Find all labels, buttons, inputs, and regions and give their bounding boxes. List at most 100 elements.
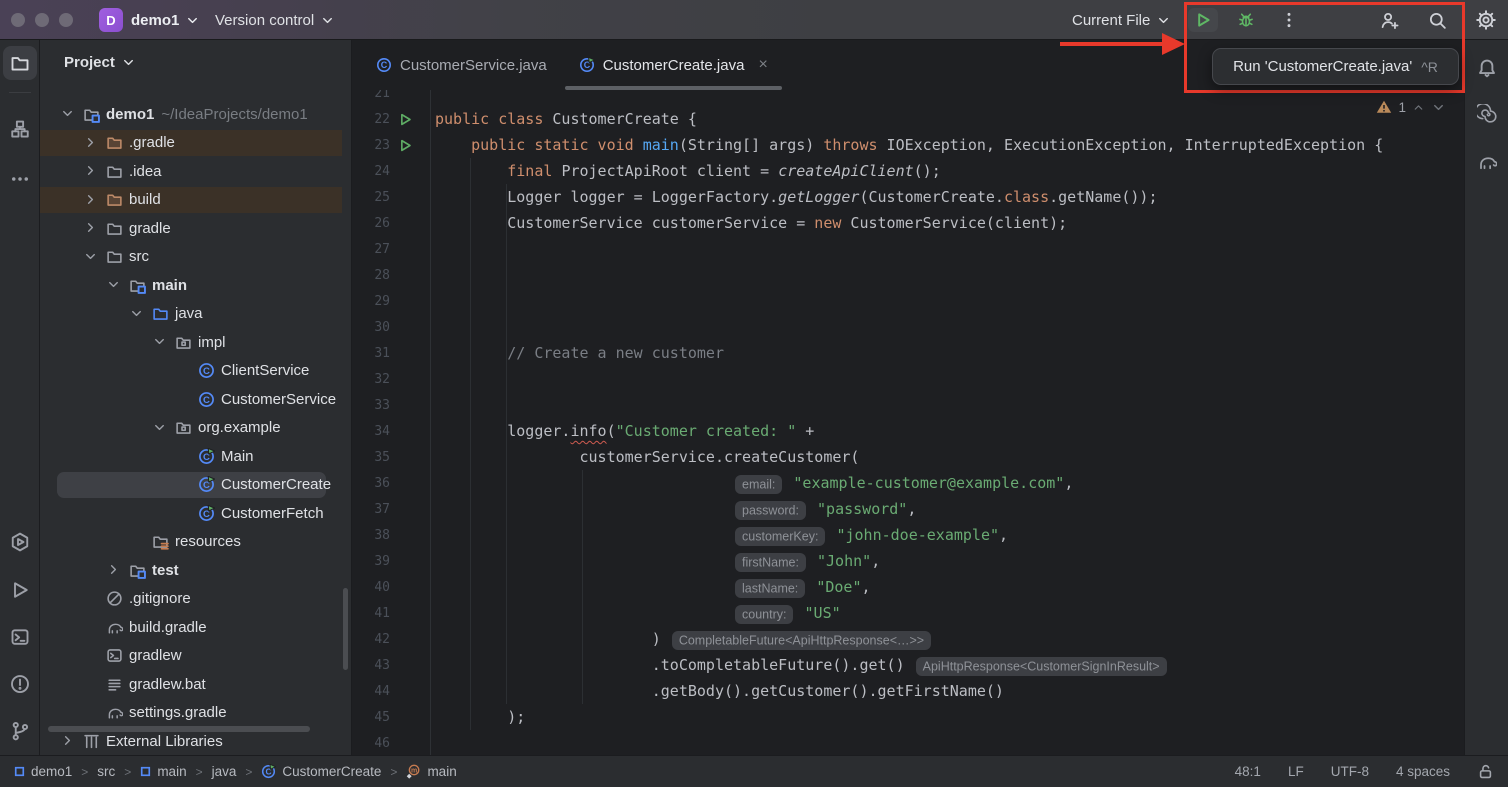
- chevron-right-icon[interactable]: [60, 733, 76, 749]
- settings-icon: [1476, 10, 1496, 30]
- code-editor[interactable]: 2122public class CustomerCreate {23 publ…: [352, 90, 1464, 755]
- breadcrumb-main[interactable]: mmain: [406, 764, 456, 779]
- tree-item-gradle[interactable]: gradle: [40, 214, 352, 243]
- horizontal-scrollbar[interactable]: [48, 726, 310, 732]
- chevron-down-icon[interactable]: [152, 334, 168, 350]
- stripe-problems-icon[interactable]: [3, 667, 37, 701]
- add-user-icon: [1380, 11, 1399, 30]
- window-close-icon[interactable]: [11, 13, 25, 27]
- tree-item-customercreate[interactable]: CCustomerCreate: [40, 471, 352, 500]
- code-line-32: 32: [352, 366, 1464, 392]
- indent-setting[interactable]: 4 spaces: [1396, 764, 1450, 779]
- breadcrumb-separator: >: [124, 765, 131, 779]
- line-number: 39: [352, 554, 390, 569]
- chevron-right-icon[interactable]: [106, 562, 122, 578]
- code-line-23: 23 public static void main(String[] args…: [352, 132, 1464, 158]
- tree-item-src[interactable]: src: [40, 243, 352, 272]
- run-line-icon[interactable]: [390, 139, 430, 152]
- chevron-down-icon[interactable]: [83, 249, 99, 265]
- tree-item-clientservice[interactable]: CClientService: [40, 357, 352, 386]
- tree-item--gradle[interactable]: .gradle: [40, 129, 352, 158]
- window-minimize-icon[interactable]: [35, 13, 49, 27]
- run-line-icon[interactable]: [390, 113, 430, 126]
- tree-item-resources[interactable]: resources: [40, 528, 352, 557]
- tree-item--gitignore[interactable]: .gitignore: [40, 585, 352, 614]
- tree-item-settings-gradle[interactable]: settings.gradle: [40, 699, 352, 728]
- stripe-terminal-icon[interactable]: [3, 620, 37, 654]
- tree-item--idea[interactable]: .idea: [40, 157, 352, 186]
- editor-tab-customerservice-java[interactable]: CCustomerService.java: [360, 40, 563, 90]
- stripe-run-play-icon[interactable]: [3, 573, 37, 607]
- chevron-up-icon[interactable]: [1412, 101, 1425, 114]
- module-icon: [14, 766, 25, 777]
- breadcrumb-java[interactable]: java: [212, 764, 237, 779]
- code-line-21: 21: [352, 90, 1464, 106]
- window-zoom-icon[interactable]: [59, 13, 73, 27]
- breadcrumb-separator: >: [390, 765, 397, 779]
- run-configuration-selector[interactable]: Current File: [1072, 0, 1171, 40]
- chevron-down-icon[interactable]: [1431, 100, 1446, 115]
- tree-item-main[interactable]: CMain: [40, 442, 352, 471]
- lock-open-icon[interactable]: [1477, 763, 1494, 780]
- stripe-gradle-icon[interactable]: [1476, 151, 1498, 173]
- close-tab-icon[interactable]: ×: [758, 57, 767, 73]
- add-user-button[interactable]: [1374, 8, 1404, 32]
- stripe-project-folder-icon[interactable]: [3, 46, 37, 80]
- tree-item-label: build: [129, 191, 161, 208]
- chevron-down-icon[interactable]: [129, 306, 145, 322]
- tree-item-customerservice[interactable]: CCustomerService: [40, 385, 352, 414]
- run-button[interactable]: [1188, 8, 1218, 32]
- caret-position[interactable]: 48:1: [1235, 764, 1261, 779]
- project-panel-header[interactable]: Project: [64, 54, 136, 71]
- chevron-spacer: [83, 676, 99, 692]
- breadcrumb-main[interactable]: main: [140, 764, 186, 779]
- debug-button[interactable]: [1231, 8, 1261, 32]
- ignored-icon: [105, 590, 123, 608]
- tree-item-gradlew-bat[interactable]: gradlew.bat: [40, 670, 352, 699]
- tree-item-build-gradle[interactable]: build.gradle: [40, 613, 352, 642]
- editor-tab-customercreate-java[interactable]: CCustomerCreate.java×: [563, 40, 784, 90]
- file-encoding[interactable]: UTF-8: [1331, 764, 1369, 779]
- stripe-ai-assistant-icon[interactable]: [1476, 103, 1498, 125]
- chevron-right-icon[interactable]: [83, 163, 99, 179]
- line-ending[interactable]: LF: [1288, 764, 1304, 779]
- tree-item-customerfetch[interactable]: CCustomerFetch: [40, 499, 352, 528]
- stripe-services-icon[interactable]: [3, 525, 37, 559]
- chevron-right-icon[interactable]: [83, 220, 99, 236]
- search-button[interactable]: [1422, 8, 1452, 32]
- breadcrumb-src[interactable]: src: [97, 764, 115, 779]
- more-actions-button[interactable]: [1274, 8, 1304, 32]
- chevron-down-icon[interactable]: [106, 277, 122, 293]
- stripe-notifications-icon[interactable]: [1476, 57, 1498, 79]
- class-icon: C: [197, 362, 215, 380]
- stripe-git-branch-icon[interactable]: [3, 714, 37, 748]
- tree-item-demo1[interactable]: demo1~/IdeaProjects/demo1: [40, 100, 352, 129]
- inspection-widget[interactable]: 1: [1376, 99, 1446, 115]
- tree-item-gradlew[interactable]: gradlew: [40, 642, 352, 671]
- breadcrumb-demo1[interactable]: demo1: [14, 764, 72, 779]
- stripe-more-horizontal-icon[interactable]: [3, 162, 37, 196]
- tooltip-shortcut: ^R: [1421, 59, 1438, 75]
- tree-item-main[interactable]: main: [40, 271, 352, 300]
- svg-text:C: C: [381, 60, 388, 70]
- vertical-scrollbar[interactable]: [343, 588, 348, 670]
- tree-item-build[interactable]: build: [40, 186, 352, 215]
- chevron-spacer: [175, 477, 191, 493]
- breadcrumb-customercreate[interactable]: CCustomerCreate: [261, 764, 381, 779]
- project-menu[interactable]: demo1: [131, 0, 200, 40]
- line-number: 45: [352, 710, 390, 725]
- stripe-structure-icon[interactable]: [3, 112, 37, 146]
- tree-item-test[interactable]: test: [40, 556, 352, 585]
- tree-item-org-example[interactable]: org.example: [40, 414, 352, 443]
- line-number: 34: [352, 424, 390, 439]
- code-line-29: 29: [352, 288, 1464, 314]
- chevron-down-icon[interactable]: [152, 420, 168, 436]
- tree-item-impl[interactable]: impl: [40, 328, 352, 357]
- chevron-right-icon[interactable]: [83, 135, 99, 151]
- chevron-right-icon[interactable]: [83, 192, 99, 208]
- chevron-down-icon[interactable]: [60, 106, 76, 122]
- settings-button[interactable]: [1471, 8, 1501, 32]
- vcs-menu[interactable]: Version control: [215, 0, 335, 40]
- code-line-31: 31 // Create a new customer: [352, 340, 1464, 366]
- tree-item-java[interactable]: java: [40, 300, 352, 329]
